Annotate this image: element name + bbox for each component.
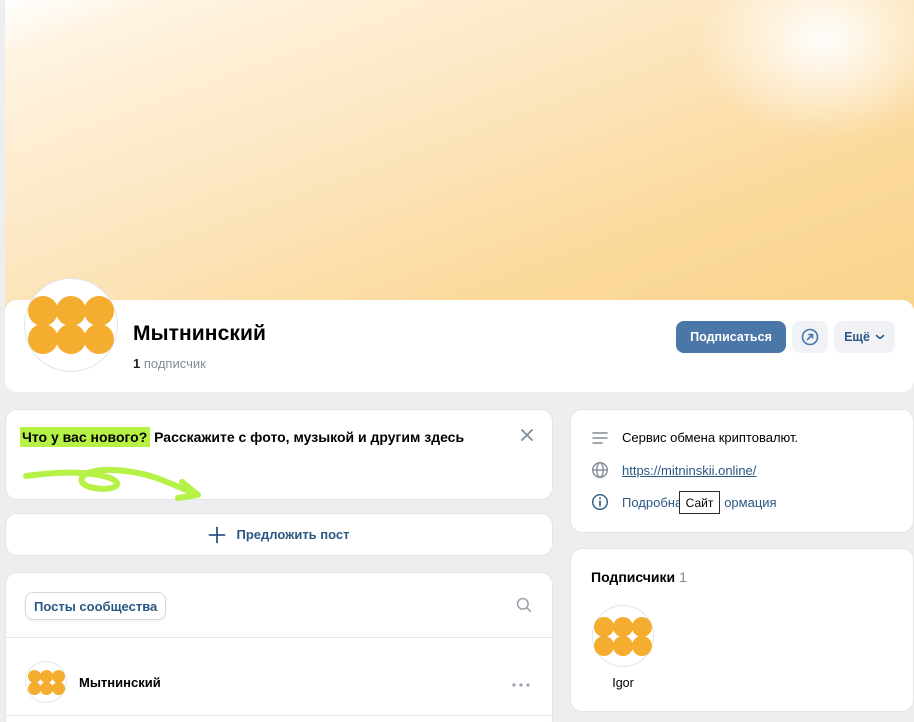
close-icon: [521, 429, 533, 441]
suggest-post-label: Предложить пост: [236, 527, 350, 542]
followers-count: 1: [679, 569, 687, 585]
text-lines-icon: [592, 431, 608, 444]
subscribers-label: подписчик: [143, 356, 206, 371]
more-label: Ещё: [844, 330, 870, 344]
divider: [6, 715, 552, 716]
composer-prompt-text: Расскажите с фото, музыкой и другим здес…: [154, 429, 465, 445]
share-button[interactable]: [792, 321, 828, 353]
divider: [6, 637, 552, 638]
avatar-logo: [27, 669, 65, 695]
post-header: Мытнинский: [25, 661, 161, 703]
post-author-avatar[interactable]: [25, 661, 67, 703]
follower-avatar: [592, 605, 654, 667]
follower-item[interactable]: Igor: [592, 605, 654, 690]
search-icon: [516, 597, 532, 613]
info-icon: [591, 493, 609, 511]
subscribe-button[interactable]: Подписаться: [676, 321, 786, 353]
more-button[interactable]: Ещё: [834, 321, 895, 353]
website-tooltip: Сайт: [679, 491, 720, 514]
feed-search-button[interactable]: [516, 597, 532, 618]
composer-highlight: Что у вас нового?: [20, 427, 151, 447]
globe-icon: [591, 461, 609, 479]
website-link[interactable]: https://mitninskii.online/: [622, 463, 756, 478]
close-button[interactable]: [520, 428, 534, 447]
group-name: Мытнинский: [133, 322, 266, 345]
group-avatar[interactable]: [24, 278, 118, 372]
post-author-name[interactable]: Мытнинский: [79, 675, 161, 690]
arrow-doodle-icon: [23, 467, 201, 501]
suggest-post-button[interactable]: Предложить пост: [5, 513, 553, 556]
tab-community-posts[interactable]: Посты сообщества: [25, 592, 167, 620]
community-feed: Посты сообщества Мытнинский: [5, 572, 553, 722]
more-info-end: ормация: [724, 494, 777, 510]
more-info-start: Подробна: [622, 494, 683, 510]
post-menu-button[interactable]: [512, 674, 530, 692]
plus-icon: [209, 526, 226, 543]
followers-title[interactable]: Подписчики 1: [591, 569, 687, 585]
subscribers-count: 1: [133, 356, 141, 371]
share-arrow-icon: [801, 328, 819, 346]
group-info-card: Сервис обмена криптовалют. https://mitni…: [570, 409, 914, 533]
avatar-logo: [594, 616, 652, 656]
subscribers-info[interactable]: 1 подписчик: [133, 356, 206, 371]
info-description-row: Сервис обмена криптовалют.: [591, 430, 798, 445]
more-horizontal-icon: [512, 683, 530, 687]
chevron-down-icon: [875, 334, 885, 340]
followers-title-label: Подписчики: [591, 569, 676, 585]
followers-card: Подписчики 1 Igor: [570, 548, 914, 712]
follower-name: Igor: [612, 676, 634, 690]
group-description: Сервис обмена криптовалют.: [622, 430, 799, 445]
avatar-logo: [28, 296, 114, 354]
post-composer[interactable]: Что у вас нового? Расскажите с фото, муз…: [5, 409, 553, 501]
info-website-row: https://mitninskii.online/: [591, 461, 756, 479]
composer-prompt[interactable]: Что у вас нового? Расскажите с фото, муз…: [20, 427, 465, 447]
cover-image: [5, 0, 914, 310]
